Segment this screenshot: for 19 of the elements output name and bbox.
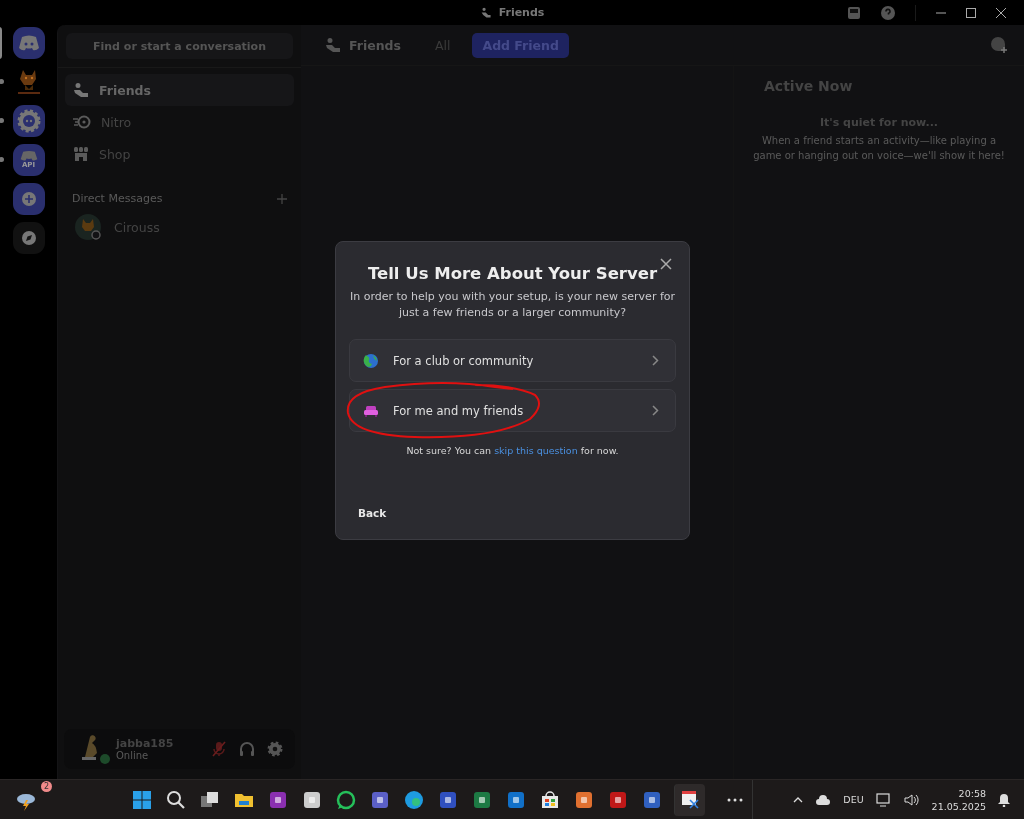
option-button[interactable]: For me and my friends	[349, 389, 676, 432]
empty-description: When a friend starts an activity—like playing a game or hanging out on voice—we'll show it here!	[752, 134, 1006, 163]
username: jabba185	[116, 737, 175, 750]
dialog-title: Tell Us More About Your Server	[367, 264, 658, 283]
user-status: Online	[116, 750, 150, 761]
dialog-description: In order to help you with your setup, is your new server for just a few friends or a larger community?	[349, 289, 676, 321]
section-heading: Direct Messages	[72, 192, 163, 205]
skip-link[interactable]: skip this question	[494, 445, 578, 456]
page-title: Friends	[349, 37, 401, 53]
clock[interactable]: 20:58 21.05.2025	[931, 786, 986, 813]
nav-item[interactable]: Friends	[65, 74, 294, 106]
hint-text: for now.	[580, 445, 619, 456]
hint-text: Not sure? You can	[406, 445, 492, 456]
window-title: Friends	[498, 6, 545, 19]
language-indicator[interactable]: DEU	[843, 794, 864, 805]
notification-badge: 2	[41, 780, 52, 792]
search-field[interactable]: Find or start a conversation	[66, 33, 293, 59]
option-button[interactable]: For a club or community	[349, 339, 676, 382]
back-button[interactable]: Back	[358, 507, 387, 519]
